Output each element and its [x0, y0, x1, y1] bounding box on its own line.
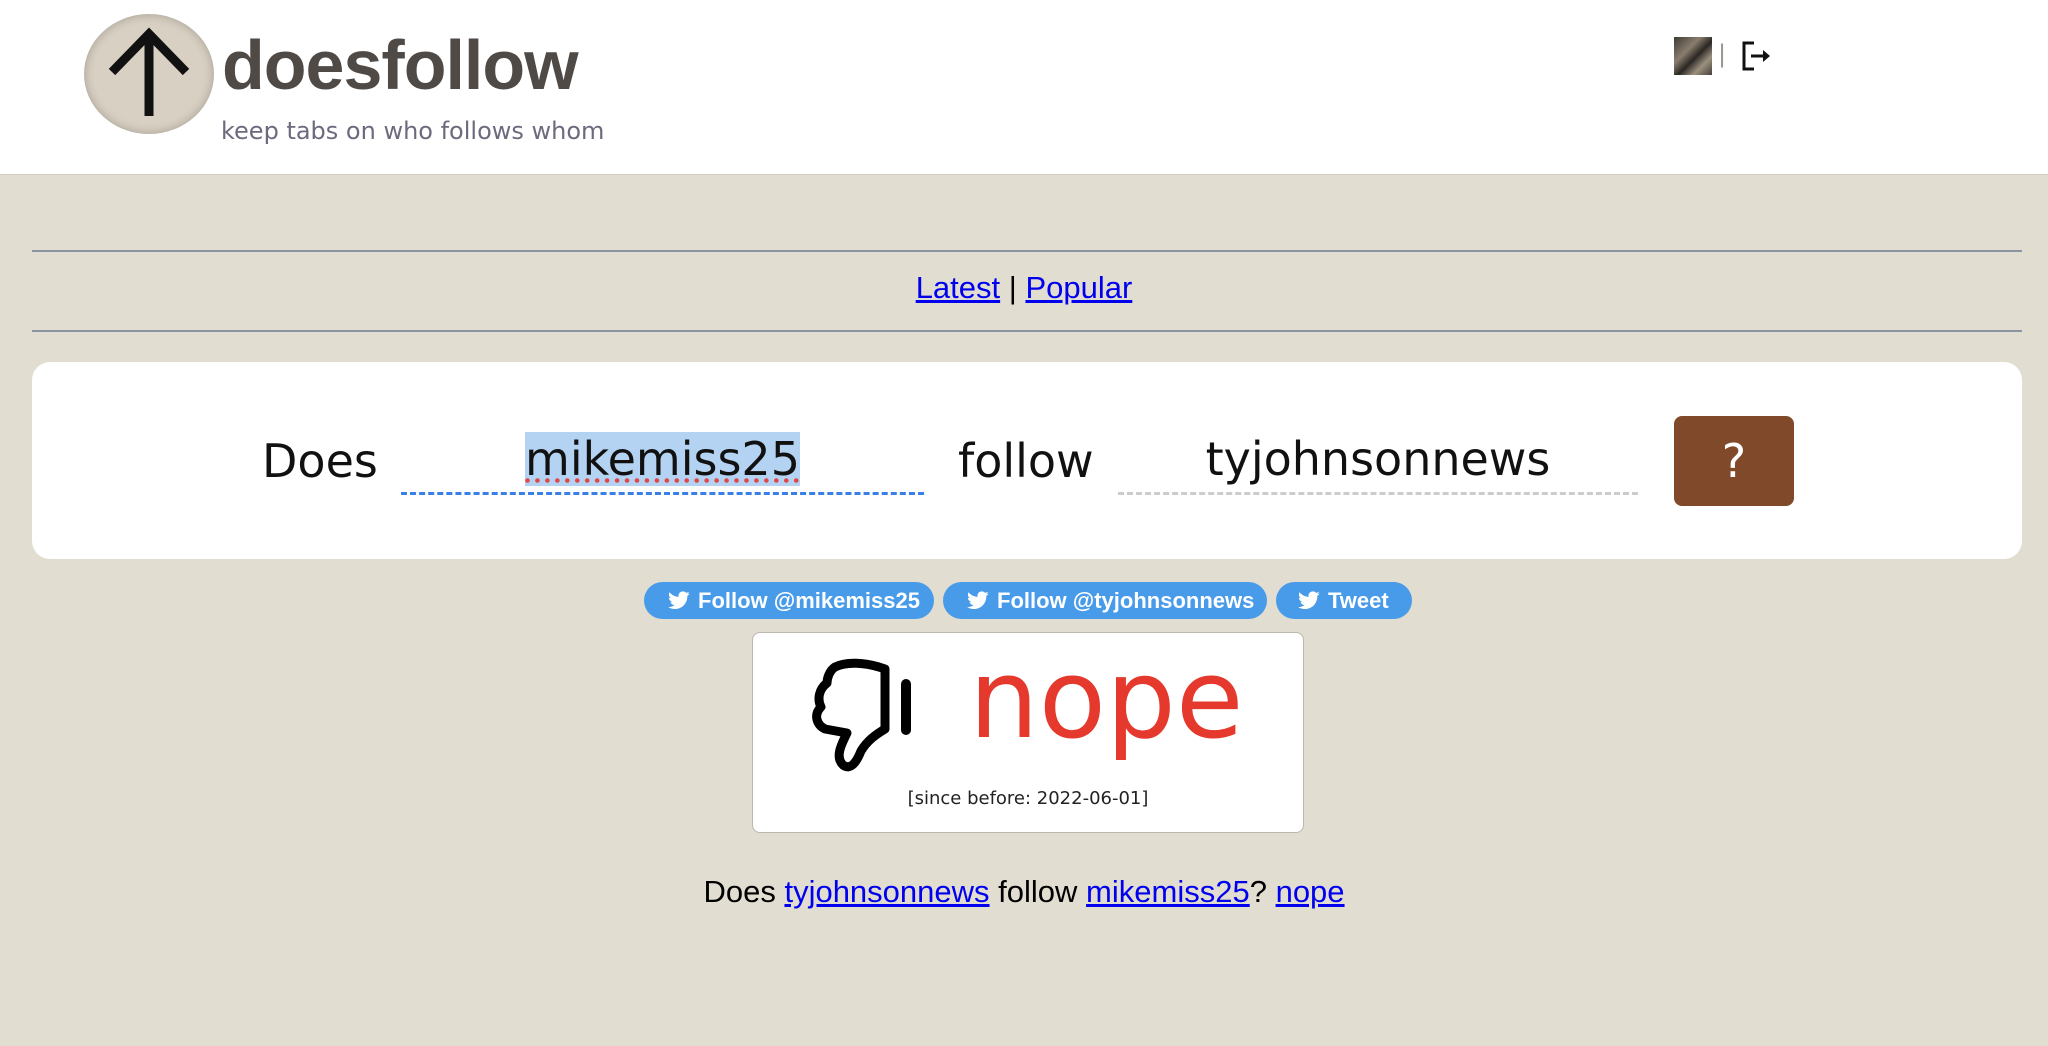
follow-user-b-label: Follow @tyjohnsonnews	[997, 588, 1255, 613]
up-arrow-logo-icon[interactable]	[84, 14, 214, 134]
reverse-qmark: ?	[1249, 874, 1267, 909]
nav-divider-bottom	[32, 330, 2022, 332]
logout-icon[interactable]	[1740, 40, 1772, 76]
tweet-label: Tweet	[1328, 588, 1389, 613]
reverse-user-b-link[interactable]: tyjohnsonnews	[784, 874, 989, 909]
latest-link[interactable]: Latest	[916, 270, 1000, 305]
reverse-answer-link[interactable]: nope	[1276, 874, 1345, 909]
does-label: Does	[262, 434, 378, 488]
follow-label: follow	[958, 434, 1094, 488]
follow-user-a-button[interactable]: Follow @mikemiss25	[644, 582, 934, 619]
result-since: [since before: 2022-06-01]	[907, 788, 1149, 809]
user-a-input[interactable]: mikemiss25	[401, 426, 924, 495]
follow-user-b-button[interactable]: Follow @tyjohnsonnews	[943, 582, 1267, 619]
reverse-does: Does	[703, 874, 776, 909]
twitter-bird-icon	[1298, 591, 1320, 610]
tagline: keep tabs on who follows whom	[221, 117, 605, 145]
brand-name[interactable]: doesfollow	[222, 30, 579, 100]
user-b-input[interactable]: tyjohnsonnews	[1118, 426, 1638, 495]
query-card: Does mikemiss25 follow tyjohnsonnews ?	[32, 362, 2022, 559]
header-separator: |	[1718, 40, 1727, 68]
user-a-value: mikemiss25	[525, 432, 800, 486]
user-b-value: tyjohnsonnews	[1205, 432, 1551, 486]
submit-button[interactable]: ?	[1674, 416, 1794, 506]
nav-links: Latest | Popular	[0, 270, 2048, 306]
result-answer: nope	[969, 635, 1244, 763]
tweet-button[interactable]: Tweet	[1276, 582, 1412, 619]
avatar[interactable]	[1674, 37, 1712, 75]
nav-divider-top	[32, 250, 2022, 252]
thumbs-down-icon	[812, 658, 911, 772]
site-header: doesfollow keep tabs on who follows whom…	[0, 0, 2048, 175]
reverse-question: Does tyjohnsonnews follow mikemiss25? no…	[0, 874, 2048, 910]
reverse-follow: follow	[998, 874, 1078, 909]
twitter-bird-icon	[967, 591, 989, 610]
follow-user-a-label: Follow @mikemiss25	[698, 588, 920, 613]
nav-separator: |	[1008, 270, 1017, 305]
reverse-user-a-link[interactable]: mikemiss25	[1086, 874, 1250, 909]
result-box: nope [since before: 2022-06-01]	[752, 632, 1304, 833]
twitter-bird-icon	[668, 591, 690, 610]
popular-link[interactable]: Popular	[1025, 270, 1132, 305]
